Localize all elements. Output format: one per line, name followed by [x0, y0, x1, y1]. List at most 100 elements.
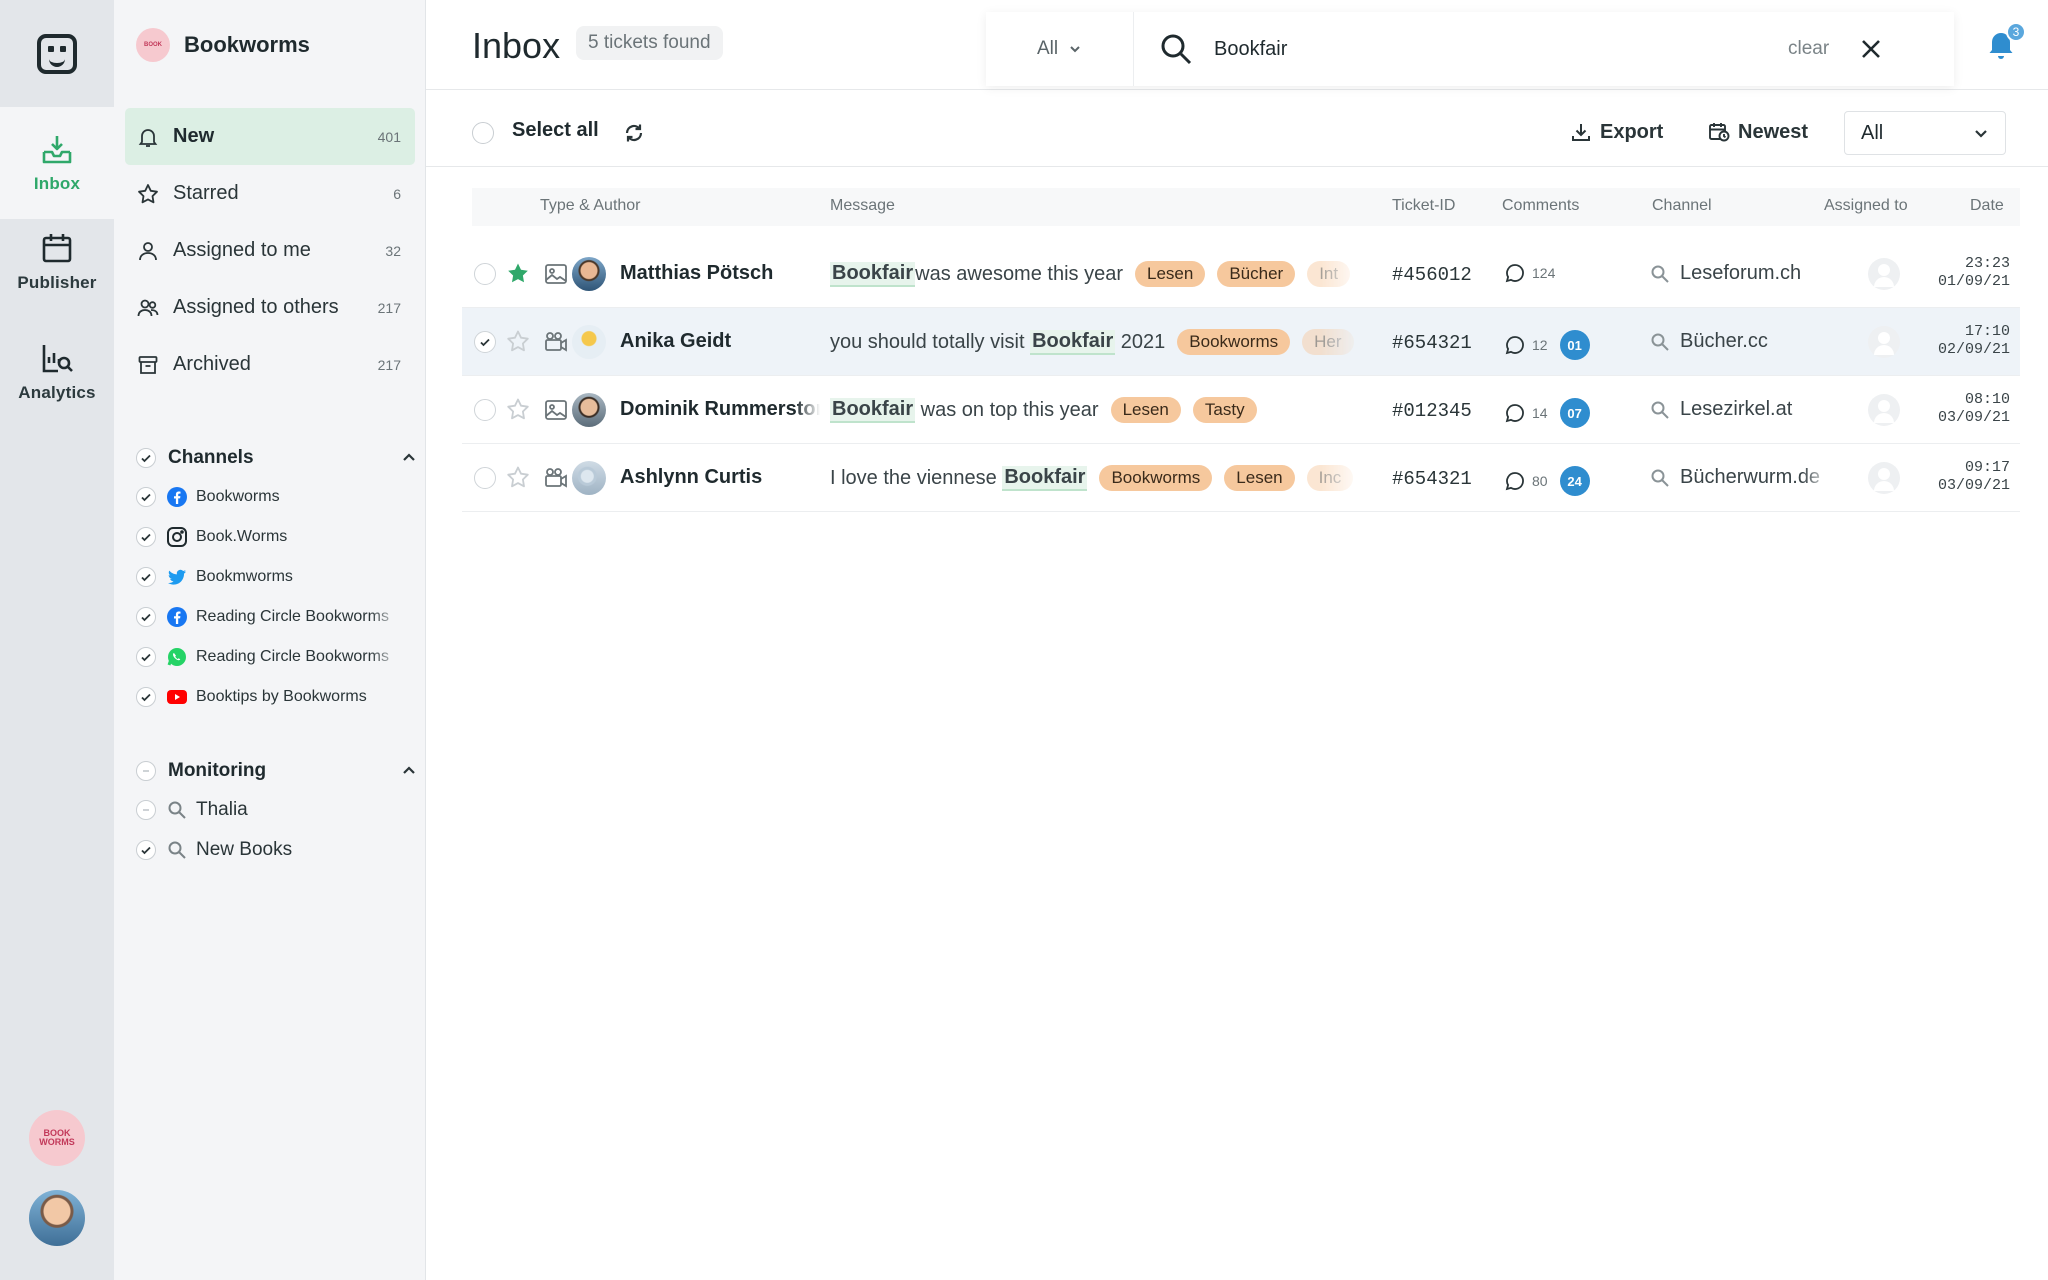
table-row[interactable]: Dominik Rummerstorfer Bookfair was on to… [462, 376, 2020, 444]
channel-item[interactable]: Booktips by Bookworms [136, 682, 418, 712]
select-all-checkbox[interactable] [472, 122, 494, 144]
chevron-up-icon[interactable] [400, 762, 418, 780]
search-icon [1161, 34, 1192, 65]
left-rail: Inbox Publisher Analytics BOOK WORMS [0, 0, 114, 1280]
message-cell[interactable]: Bookfair was awesome this year Lesen Büc… [830, 258, 1364, 290]
tag-badge[interactable]: Inc [1306, 465, 1354, 491]
rail-item-publisher[interactable]: Publisher [0, 206, 114, 318]
channel-checkbox[interactable] [136, 487, 156, 507]
search-input[interactable] [1214, 37, 1784, 61]
row-checkbox[interactable] [474, 263, 496, 285]
monitoring-item-checkbox[interactable] [136, 840, 156, 860]
column-header-type-author[interactable]: Type & Author [540, 197, 641, 215]
channels-header[interactable]: Channels [136, 443, 418, 473]
brand-avatar[interactable]: BOOK WORMS [29, 1110, 85, 1166]
channel-checkbox[interactable] [136, 687, 156, 707]
comment-count: 80 [1532, 473, 1548, 489]
date-text: 01/09/21 [1937, 273, 2010, 290]
brand-row[interactable]: BOOK Bookworms [136, 28, 310, 62]
column-header-comments[interactable]: Comments [1502, 197, 1579, 215]
sidebar-item-starred[interactable]: Starred 6 [125, 165, 415, 222]
channel-cell: Bücher.cc [1650, 330, 1830, 353]
message-text: I love the viennese [830, 466, 1003, 489]
sidebar-item-assigned-to-me[interactable]: Assigned to me 32 [125, 222, 415, 279]
channel-item[interactable]: Reading Circle Bookworms [136, 642, 418, 672]
new-comments-badge: 07 [1559, 398, 1590, 428]
search-icon [166, 799, 188, 821]
monitoring-checkbox[interactable] [136, 761, 156, 781]
channel-item[interactable]: Bookworms [136, 482, 418, 512]
star-icon[interactable] [506, 465, 530, 489]
monitoring-item-checkbox[interactable] [136, 800, 156, 820]
column-header-date[interactable]: Date [1970, 197, 2004, 215]
tag-badge[interactable]: Her [1302, 329, 1354, 355]
star-icon[interactable] [506, 397, 530, 421]
tag-badge[interactable]: Lesen [1224, 465, 1295, 491]
clear-search-button[interactable]: clear [1788, 38, 1829, 60]
rail-item-label: Analytics [18, 383, 96, 402]
monitoring-item[interactable]: Thalia [136, 795, 418, 825]
tag-badge[interactable]: Tasty [1192, 397, 1257, 423]
export-button[interactable]: Export [1570, 115, 1663, 149]
column-header-message[interactable]: Message [830, 197, 895, 215]
channel-checkbox[interactable] [136, 607, 156, 627]
channel-checkbox[interactable] [136, 567, 156, 587]
tag-badge[interactable]: Bookworms [1177, 329, 1291, 355]
tag-badge[interactable]: Int [1307, 261, 1351, 287]
tag-badge[interactable]: Bücher [1217, 261, 1296, 287]
column-header-channel[interactable]: Channel [1652, 197, 1712, 215]
row-checkbox[interactable] [474, 399, 496, 421]
message-cell[interactable]: you should totally visit Bookfair 2021 B… [830, 326, 1364, 358]
table-row[interactable]: Ashlynn Curtis I love the viennese Bookf… [462, 444, 2020, 512]
tag-badge[interactable]: Lesen [1135, 261, 1206, 287]
user-avatar[interactable] [29, 1190, 85, 1246]
channels-title: Channels [168, 447, 254, 468]
brand-name: Bookworms [184, 32, 310, 57]
assignee-avatar[interactable] [1868, 326, 1900, 358]
video-post-icon [545, 332, 567, 352]
close-icon[interactable] [1859, 37, 1883, 61]
monitoring-item[interactable]: New Books [136, 835, 418, 865]
sort-newest-button[interactable]: Newest [1708, 115, 1808, 149]
channel-checkbox[interactable] [136, 647, 156, 667]
row-checkbox[interactable] [474, 331, 496, 353]
analytics-icon [42, 345, 73, 373]
app-logo-icon[interactable] [0, 0, 114, 107]
facebook-icon [166, 486, 188, 508]
sidebar-item-new[interactable]: New 401 [125, 108, 415, 165]
sidebar-item-archived[interactable]: Archived 217 [125, 336, 415, 393]
select-all-label[interactable]: Select all [512, 119, 599, 142]
search-scope-dropdown[interactable]: All [986, 12, 1134, 86]
sidebar-item-assigned-to-others[interactable]: Assigned to others 217 [125, 279, 415, 336]
filter-dropdown[interactable]: All [1844, 111, 2006, 155]
star-icon[interactable] [506, 329, 530, 353]
channel-checkbox[interactable] [136, 527, 156, 547]
message-cell[interactable]: I love the viennese Bookfair Bookworms L… [830, 462, 1364, 494]
refresh-icon[interactable] [622, 121, 646, 145]
column-header-assigned-to[interactable]: Assigned to [1824, 197, 1908, 215]
author-avatar [572, 325, 606, 359]
message-cell[interactable]: Bookfair was on top this year Lesen Tast… [830, 394, 1364, 426]
channel-item[interactable]: Reading Circle Bookworms [136, 602, 418, 632]
rail-item-inbox[interactable]: Inbox [0, 107, 114, 219]
assignee-avatar[interactable] [1868, 462, 1900, 494]
channel-item[interactable]: Book.Worms [136, 522, 418, 552]
table-row[interactable]: Anika Geidt you should totally visit Boo… [462, 308, 2020, 376]
channel-cell: Leseforum.ch [1650, 262, 1830, 285]
row-checkbox[interactable] [474, 467, 496, 489]
tag-badge[interactable]: Lesen [1110, 397, 1181, 423]
tag-badge[interactable]: Bookworms [1099, 465, 1213, 491]
monitoring-header[interactable]: Monitoring [136, 756, 418, 786]
assignee-avatar[interactable] [1868, 394, 1900, 426]
channels-checkbox[interactable] [136, 448, 156, 468]
chevron-up-icon[interactable] [400, 449, 418, 467]
channel-item[interactable]: Bookmworms [136, 562, 418, 592]
rail-item-analytics[interactable]: Analytics [0, 316, 114, 428]
channel-label: Bookworms [196, 488, 280, 505]
toolbar: Select all Export Newest All [426, 91, 2048, 167]
star-filled-icon[interactable] [506, 261, 530, 285]
table-row[interactable]: Matthias Pötsch Bookfair was awesome thi… [462, 240, 2020, 308]
assignee-avatar[interactable] [1868, 258, 1900, 290]
column-header-ticket-id[interactable]: Ticket-ID [1392, 197, 1455, 215]
author-avatar [572, 257, 606, 291]
